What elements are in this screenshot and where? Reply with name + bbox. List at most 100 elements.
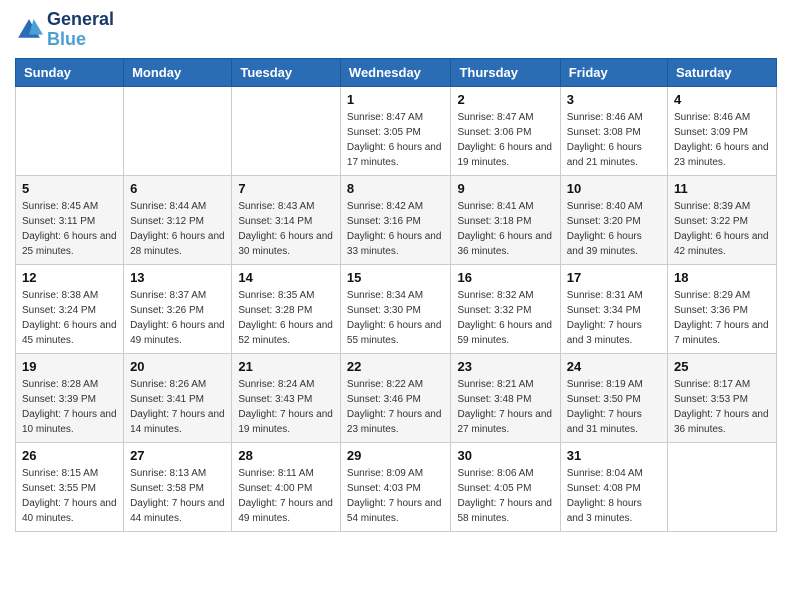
day-number: 2 [457,92,553,107]
day-number: 28 [238,448,334,463]
day-number: 17 [567,270,661,285]
day-number: 18 [674,270,770,285]
day-number: 19 [22,359,117,374]
day-cell: 1 Sunrise: 8:47 AM Sunset: 3:05 PM Daylig… [340,86,451,175]
day-cell: 12Sunrise: 8:38 AM Sunset: 3:24 PM Dayli… [16,264,124,353]
logo: General Blue [15,10,114,50]
day-info: Sunrise: 8:04 AM Sunset: 4:08 PM Dayligh… [567,466,661,526]
day-info: Sunrise: 8:41 AM Sunset: 3:18 PM Dayligh… [457,199,553,259]
day-cell: 18 Sunrise: 8:29 AM Sunset: 3:36 PM Dayli… [668,264,777,353]
day-cell: 29 Sunrise: 8:09 AM Sunset: 4:03 PM Dayli… [340,442,451,531]
day-info: Sunrise: 8:32 AM Sunset: 3:32 PM Dayligh… [457,288,553,348]
day-info: Sunrise: 8:28 AM Sunset: 3:39 PM Dayligh… [22,377,117,437]
day-cell: 30 Sunrise: 8:06 AM Sunset: 4:05 PM Dayli… [451,442,560,531]
day-info: Sunrise: 8:24 AM Sunset: 3:43 PM Dayligh… [238,377,334,437]
day-cell: 7 Sunrise: 8:43 AM Sunset: 3:14 PM Daylig… [232,175,341,264]
day-info: Sunrise: 8:15 AM Sunset: 3:55 PM Dayligh… [22,466,117,526]
day-cell: 20Sunrise: 8:26 AM Sunset: 3:41 PM Dayli… [124,353,232,442]
day-number: 24 [567,359,661,374]
day-number: 21 [238,359,334,374]
day-number: 13 [130,270,225,285]
header: General Blue [15,10,777,50]
day-number: 27 [130,448,225,463]
day-cell: 14Sunrise: 8:35 AM Sunset: 3:28 PM Dayli… [232,264,341,353]
day-info: Sunrise: 8:29 AM Sunset: 3:36 PM Dayligh… [674,288,770,348]
day-number: 30 [457,448,553,463]
day-cell: 8Sunrise: 8:42 AM Sunset: 3:16 PM Daylig… [340,175,451,264]
day-cell [232,86,341,175]
day-number: 9 [457,181,553,196]
day-cell: 26 Sunrise: 8:15 AM Sunset: 3:55 PM Dayli… [16,442,124,531]
day-cell: 17 Sunrise: 8:31 AM Sunset: 3:34 PM Dayli… [560,264,667,353]
day-cell: 25Sunrise: 8:17 AM Sunset: 3:53 PM Dayli… [668,353,777,442]
day-info: Sunrise: 8:42 AM Sunset: 3:16 PM Dayligh… [347,199,445,259]
day-cell: 4 Sunrise: 8:46 AM Sunset: 3:09 PM Daylig… [668,86,777,175]
day-cell: 15Sunrise: 8:34 AM Sunset: 3:30 PM Dayli… [340,264,451,353]
weekday-header-friday: Friday [560,58,667,86]
day-info: Sunrise: 8:35 AM Sunset: 3:28 PM Dayligh… [238,288,334,348]
day-number: 25 [674,359,770,374]
day-number: 16 [457,270,553,285]
day-number: 23 [457,359,553,374]
day-info: Sunrise: 8:06 AM Sunset: 4:05 PM Dayligh… [457,466,553,526]
day-cell [16,86,124,175]
day-cell: 16 Sunrise: 8:32 AM Sunset: 3:32 PM Dayli… [451,264,560,353]
day-cell: 9 Sunrise: 8:41 AM Sunset: 3:18 PM Daylig… [451,175,560,264]
calendar-table: SundayMondayTuesdayWednesdayThursdayFrid… [15,58,777,532]
page: General Blue SundayMondayTuesdayWednesda… [0,0,792,547]
day-number: 29 [347,448,445,463]
day-info: Sunrise: 8:31 AM Sunset: 3:34 PM Dayligh… [567,288,661,348]
day-info: Sunrise: 8:13 AM Sunset: 3:58 PM Dayligh… [130,466,225,526]
day-info: Sunrise: 8:47 AM Sunset: 3:06 PM Dayligh… [457,110,553,170]
day-info: Sunrise: 8:26 AM Sunset: 3:41 PM Dayligh… [130,377,225,437]
day-info: Sunrise: 8:44 AM Sunset: 3:12 PM Dayligh… [130,199,225,259]
day-number: 11 [674,181,770,196]
week-row-0: 1 Sunrise: 8:47 AM Sunset: 3:05 PM Daylig… [16,86,777,175]
day-cell: 27 Sunrise: 8:13 AM Sunset: 3:58 PM Dayli… [124,442,232,531]
day-cell: 31Sunrise: 8:04 AM Sunset: 4:08 PM Dayli… [560,442,667,531]
week-row-4: 26 Sunrise: 8:15 AM Sunset: 3:55 PM Dayli… [16,442,777,531]
day-info: Sunrise: 8:22 AM Sunset: 3:46 PM Dayligh… [347,377,445,437]
day-number: 1 [347,92,445,107]
day-info: Sunrise: 8:39 AM Sunset: 3:22 PM Dayligh… [674,199,770,259]
day-cell: 5 Sunrise: 8:45 AM Sunset: 3:11 PM Daylig… [16,175,124,264]
day-info: Sunrise: 8:47 AM Sunset: 3:05 PM Dayligh… [347,110,445,170]
weekday-header-wednesday: Wednesday [340,58,451,86]
day-number: 3 [567,92,661,107]
day-cell: 13 Sunrise: 8:37 AM Sunset: 3:26 PM Dayli… [124,264,232,353]
day-number: 22 [347,359,445,374]
day-cell: 28Sunrise: 8:11 AM Sunset: 4:00 PM Dayli… [232,442,341,531]
week-row-2: 12Sunrise: 8:38 AM Sunset: 3:24 PM Dayli… [16,264,777,353]
weekday-header-saturday: Saturday [668,58,777,86]
day-number: 26 [22,448,117,463]
day-info: Sunrise: 8:09 AM Sunset: 4:03 PM Dayligh… [347,466,445,526]
day-number: 6 [130,181,225,196]
day-cell: 24 Sunrise: 8:19 AM Sunset: 3:50 PM Dayli… [560,353,667,442]
logo-icon [15,16,43,44]
day-info: Sunrise: 8:40 AM Sunset: 3:20 PM Dayligh… [567,199,661,259]
day-info: Sunrise: 8:34 AM Sunset: 3:30 PM Dayligh… [347,288,445,348]
day-info: Sunrise: 8:21 AM Sunset: 3:48 PM Dayligh… [457,377,553,437]
day-cell: 21 Sunrise: 8:24 AM Sunset: 3:43 PM Dayli… [232,353,341,442]
day-number: 7 [238,181,334,196]
day-info: Sunrise: 8:37 AM Sunset: 3:26 PM Dayligh… [130,288,225,348]
day-number: 10 [567,181,661,196]
day-number: 5 [22,181,117,196]
weekday-header-monday: Monday [124,58,232,86]
day-info: Sunrise: 8:46 AM Sunset: 3:09 PM Dayligh… [674,110,770,170]
day-cell: 3 Sunrise: 8:46 AM Sunset: 3:08 PM Daylig… [560,86,667,175]
day-info: Sunrise: 8:46 AM Sunset: 3:08 PM Dayligh… [567,110,661,170]
day-cell: 2 Sunrise: 8:47 AM Sunset: 3:06 PM Daylig… [451,86,560,175]
day-info: Sunrise: 8:45 AM Sunset: 3:11 PM Dayligh… [22,199,117,259]
day-info: Sunrise: 8:43 AM Sunset: 3:14 PM Dayligh… [238,199,334,259]
weekday-header-thursday: Thursday [451,58,560,86]
day-cell: 6 Sunrise: 8:44 AM Sunset: 3:12 PM Daylig… [124,175,232,264]
week-row-3: 19 Sunrise: 8:28 AM Sunset: 3:39 PM Dayli… [16,353,777,442]
day-number: 12 [22,270,117,285]
weekday-header-sunday: Sunday [16,58,124,86]
day-info: Sunrise: 8:19 AM Sunset: 3:50 PM Dayligh… [567,377,661,437]
weekday-header-tuesday: Tuesday [232,58,341,86]
day-number: 4 [674,92,770,107]
day-cell [668,442,777,531]
day-cell: 19 Sunrise: 8:28 AM Sunset: 3:39 PM Dayli… [16,353,124,442]
